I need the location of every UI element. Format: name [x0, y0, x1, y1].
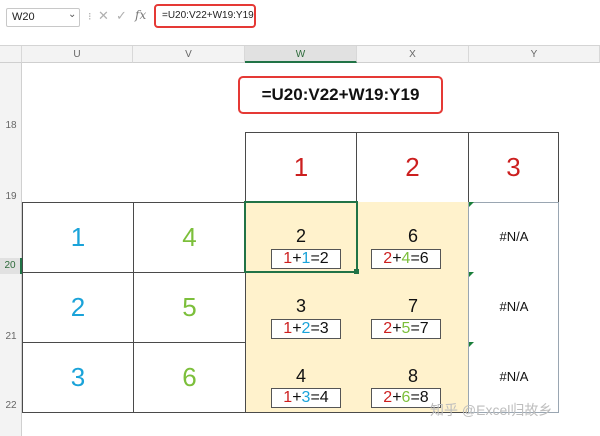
enter-icon[interactable]: ✓ [116, 8, 127, 24]
cell-y20[interactable]: #N/A [469, 202, 559, 272]
cancel-icon[interactable]: ✕ [98, 8, 109, 24]
equation-box: 2+5=7 [371, 319, 441, 339]
watermark: 知乎 @Excel归故乡 [430, 402, 553, 418]
row-header-22[interactable]: 22 [0, 400, 22, 414]
result-value: 3 [295, 296, 306, 316]
cell-y21[interactable]: #N/A [469, 272, 559, 342]
cell-u21[interactable]: 2 [22, 272, 134, 343]
cell-x20[interactable]: 6 2+4=6 [357, 202, 469, 272]
fill-handle[interactable] [354, 269, 359, 274]
chevron-down-icon[interactable]: ⌄ [68, 9, 76, 20]
column-header-u[interactable]: U [22, 46, 133, 63]
separator-icon: ⁝ [88, 11, 92, 23]
cell-v20[interactable]: 4 [133, 202, 246, 273]
formula-annotation: =U20:V22+W19:Y19 [238, 76, 443, 114]
formula-bar: W20 ⌄ ⁝ ✕ ✓ fx =U20:V22+W19:Y19 [0, 0, 600, 46]
selected-cell-outline [244, 201, 358, 273]
result-value: 6 [407, 226, 418, 246]
row-header-21[interactable]: 21 [0, 331, 22, 345]
cell-w19[interactable]: 1 [245, 132, 357, 203]
cell-u20[interactable]: 1 [22, 202, 134, 273]
cell-x19[interactable]: 2 [356, 132, 469, 203]
result-value: 7 [407, 296, 418, 316]
error-indicator-icon [469, 342, 474, 347]
cell-x21[interactable]: 7 2+5=7 [357, 272, 469, 342]
cell-u22[interactable]: 3 [22, 342, 134, 413]
column-header-w[interactable]: W [245, 46, 357, 63]
row-header-19[interactable]: 19 [0, 191, 22, 205]
result-value: 8 [407, 366, 418, 386]
cell-w22[interactable]: 4 1+3=4 [245, 342, 357, 412]
formula-input[interactable]: =U20:V22+W19:Y19 [154, 4, 256, 28]
cell-y19[interactable]: 3 [468, 132, 559, 203]
result-value: 4 [295, 366, 306, 386]
select-all-corner[interactable] [0, 46, 22, 63]
column-header-x[interactable]: X [357, 46, 469, 63]
column-header-y[interactable]: Y [469, 46, 600, 63]
cell-v21[interactable]: 5 [133, 272, 246, 343]
equation-box: 1+2=3 [271, 319, 341, 339]
row-header-20[interactable]: 20 [0, 258, 22, 274]
row-header-18[interactable]: 18 [0, 120, 22, 134]
equation-box: 1+3=4 [271, 388, 341, 408]
cell-w21[interactable]: 3 1+2=3 [245, 272, 357, 342]
insert-function-icon[interactable]: fx [135, 8, 146, 22]
cell-v22[interactable]: 6 [133, 342, 246, 413]
row-header-strip [0, 63, 22, 436]
column-header-v[interactable]: V [133, 46, 245, 63]
equation-box: 2+4=6 [371, 249, 441, 269]
error-indicator-icon [469, 202, 474, 207]
error-indicator-icon [469, 272, 474, 277]
